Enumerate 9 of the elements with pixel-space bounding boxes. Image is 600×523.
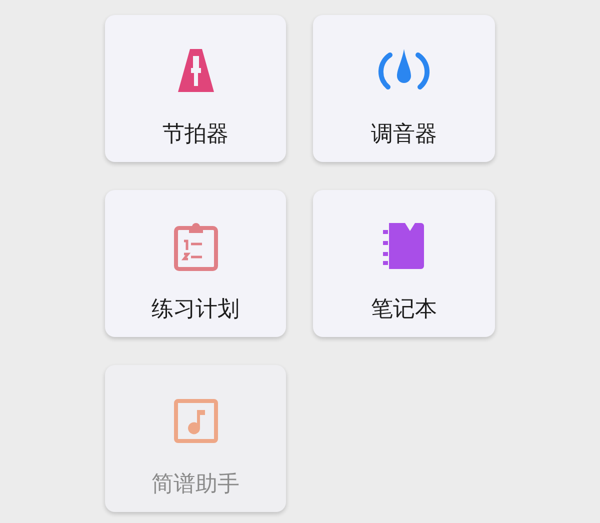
tool-card[interactable]: 调音器 (313, 15, 495, 162)
tool-card[interactable]: 笔记本 (313, 190, 495, 337)
tool-label: 节拍器 (162, 121, 228, 149)
tool-label: 笔记本 (371, 296, 437, 324)
tool-label: 调音器 (371, 121, 437, 149)
tool-label: 练习计划 (152, 296, 240, 324)
tool-card[interactable]: 练习计划 (105, 190, 286, 337)
tool-label: 简谱助手 (152, 471, 240, 499)
tool-card[interactable]: 节拍器 (105, 15, 286, 162)
